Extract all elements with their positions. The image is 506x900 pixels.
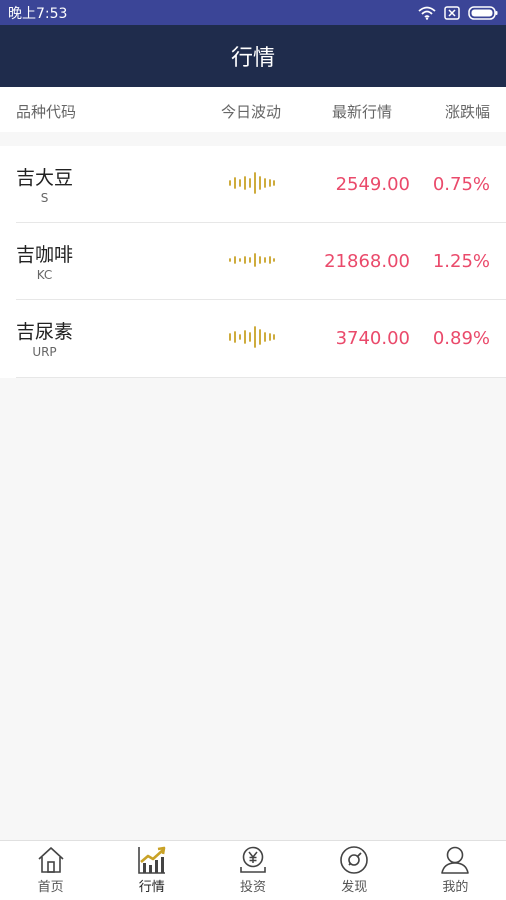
quote-code: URP: [32, 345, 57, 359]
tab-label: 我的: [442, 880, 469, 895]
quote-price: 3740.00: [335, 328, 410, 349]
wifi-icon: [418, 6, 436, 20]
quote-change: 0.75%: [432, 174, 490, 195]
quote-code: KC: [36, 268, 53, 282]
quote-change: 1.25%: [432, 251, 490, 272]
user-icon: [441, 846, 470, 874]
tab-discover[interactable]: 发现: [304, 841, 405, 900]
tab-label: 发现: [341, 880, 368, 895]
quote-price: 2549.00: [335, 174, 410, 195]
quote-name: 吉尿素: [16, 321, 74, 343]
quote-name: 吉咖啡: [16, 244, 74, 266]
battery-icon: [468, 5, 498, 20]
status-time: 晚上7:53: [8, 5, 68, 22]
quote-row[interactable]: 吉大豆 S 2549.00 0.75%: [16, 146, 506, 223]
tab-bar: 首页 行情 投资 发现 我的: [0, 840, 506, 900]
column-code: 品种代码: [16, 103, 77, 121]
quote-list: 吉大豆 S 2549.00 0.75% 吉咖啡 KC 21868.00 1.25…: [0, 146, 506, 378]
wave-icon: [229, 326, 275, 348]
quote-price: 21868.00: [324, 251, 410, 272]
status-icons: [418, 5, 498, 20]
tab-label: 首页: [37, 880, 64, 895]
page-title: 行情: [230, 46, 275, 71]
tab-label: 行情: [138, 880, 165, 895]
status-bar: 晚上7:53: [0, 0, 506, 25]
wave-icon: [229, 172, 275, 194]
column-change: 涨跌幅: [445, 103, 491, 121]
home-icon: [38, 847, 64, 873]
quote-code: S: [40, 191, 49, 205]
tab-invest[interactable]: 投资: [202, 841, 303, 900]
column-header: 品种代码 今日波动 最新行情 涨跌幅: [0, 87, 506, 132]
quote-row[interactable]: 吉尿素 URP 3740.00 0.89%: [16, 300, 506, 378]
tab-home[interactable]: 首页: [0, 841, 101, 900]
column-price: 最新行情: [332, 103, 393, 121]
quote-row[interactable]: 吉咖啡 KC 21868.00 1.25%: [16, 223, 506, 300]
chart-icon: [137, 846, 166, 874]
column-wave: 今日波动: [221, 103, 282, 121]
compass-icon: [340, 846, 369, 874]
quote-change: 0.89%: [432, 328, 490, 349]
tab-market[interactable]: 行情: [101, 841, 202, 900]
quote-name: 吉大豆: [16, 167, 74, 189]
yen-icon: [240, 846, 266, 873]
wave-icon: [229, 253, 275, 267]
nav-bar: 行情: [0, 25, 506, 87]
sim-icon: [444, 5, 460, 20]
tab-label: 投资: [240, 880, 267, 895]
tab-mine[interactable]: 我的: [405, 841, 506, 900]
